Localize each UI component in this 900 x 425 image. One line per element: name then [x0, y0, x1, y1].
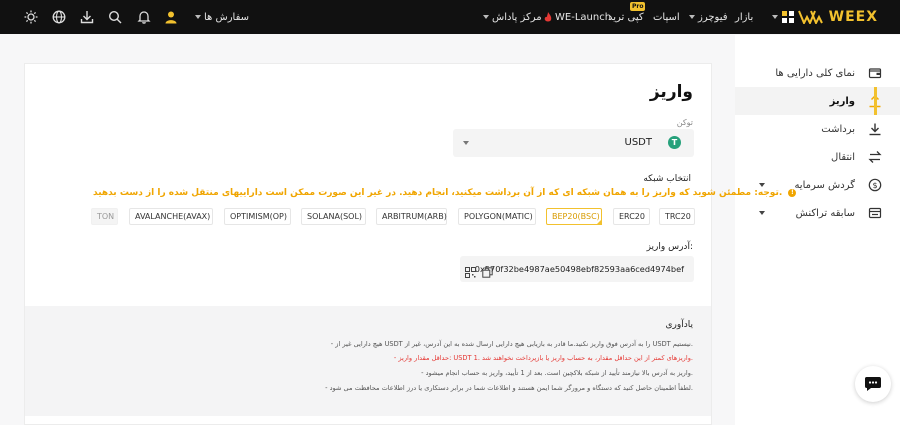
- pro-badge: Pro: [630, 2, 646, 11]
- nav-copy-trade-label: کپی ترید: [608, 11, 644, 23]
- orders-menu[interactable]: سفارش ها: [192, 0, 249, 34]
- nav-market[interactable]: بازار: [735, 0, 753, 34]
- network-chip-optimism[interactable]: OPTIMISM(OP): [224, 208, 291, 225]
- network-chip-bep20[interactable]: BEP20(BSC): [546, 208, 602, 225]
- network-label: انتخاب شبکه: [643, 174, 691, 184]
- sidebar-item-assets-overview[interactable]: نمای کلی دارایی ها: [735, 59, 900, 87]
- sidebar-item-withdraw[interactable]: برداشت: [735, 115, 900, 143]
- notifications-button[interactable]: [137, 0, 151, 34]
- search-icon: [108, 10, 122, 24]
- active-indicator: [874, 87, 877, 115]
- sidebar-item-label: واریز: [829, 95, 855, 107]
- reminder-title: یادآوری: [665, 320, 694, 330]
- copy-icon[interactable]: [482, 263, 493, 278]
- chevron-down-icon: [772, 15, 778, 19]
- user-button[interactable]: [164, 0, 178, 34]
- withdraw-icon: [868, 122, 882, 136]
- usdt-icon: T: [668, 136, 681, 149]
- chevron-down-icon: [463, 141, 469, 145]
- chat-icon: [865, 377, 881, 391]
- wallet-icon: [868, 66, 882, 80]
- chevron-down-icon: [483, 15, 489, 19]
- qr-code-icon[interactable]: [465, 263, 476, 278]
- content-fade-overlay: [385, 402, 535, 416]
- chevron-down-icon: [759, 211, 765, 215]
- address-label: آدرس واریز:: [646, 242, 693, 252]
- orders-menu-label: سفارش ها: [204, 11, 250, 23]
- nav-we-launch[interactable]: WE-Launch: [544, 0, 611, 34]
- sidebar-item-label: نمای کلی دارایی ها: [775, 67, 855, 79]
- sidebar-item-transfer[interactable]: انتقال: [735, 143, 900, 171]
- token-select-value: USDT: [624, 137, 652, 148]
- history-icon: [868, 206, 882, 220]
- network-chip-erc20[interactable]: ERC20: [613, 208, 650, 225]
- nav-futures-label: فیوچرز: [698, 11, 728, 23]
- theme-toggle[interactable]: [24, 0, 38, 34]
- network-chip-avalanche[interactable]: AVALANCHE(AVAX): [129, 208, 213, 225]
- logo[interactable]: WEEX: [797, 6, 878, 28]
- sun-icon: [24, 10, 38, 24]
- chevron-down-icon: [689, 15, 695, 19]
- nav-spot-label: اسپات: [653, 11, 680, 23]
- page-title: واریز: [649, 82, 693, 102]
- deposit-address-box: 0x570f32be4987ae50498ebf82593aa6ced4974b…: [460, 256, 694, 282]
- logo-text: WEEX: [828, 9, 878, 25]
- network-chip-arbitrum[interactable]: ARBITRUM(ARB): [376, 208, 447, 225]
- globe-icon: [52, 10, 66, 24]
- deposit-panel: واریز توکن USDT T انتخاب شبکه توجه: مطمئ…: [24, 63, 797, 425]
- grid-menu[interactable]: [769, 0, 795, 34]
- reminder-line: - واریز به آدرس بالا نیازمند تأیید از شب…: [421, 369, 693, 377]
- transfer-icon: [868, 150, 882, 164]
- chevron-down-icon: [195, 15, 201, 19]
- download-icon: [80, 10, 94, 24]
- svg-text:$: $: [872, 181, 877, 190]
- dollar-circle-icon: $: [868, 178, 882, 192]
- network-warning: توجه: مطمئن شوید که واریز را به همان شبک…: [93, 188, 797, 198]
- reminder-line-min-deposit: - حداقل مقدار واریز: USDT 1. واریزهای کم…: [393, 354, 693, 362]
- network-chip-trc20[interactable]: TRC20: [659, 208, 695, 225]
- user-icon: [164, 10, 178, 24]
- reminder-line: - هیچ دارایی غیر از USDT را به آدرس فوق …: [330, 340, 693, 348]
- network-chip-polygon[interactable]: POLYGON(MATIC): [458, 208, 536, 225]
- reminder-line: - لطفاً اطمینان حاصل کنید که دستگاه و مر…: [325, 384, 693, 392]
- nav-rewards[interactable]: مرکز پاداش: [480, 0, 542, 34]
- network-chip-solana[interactable]: SOLANA(SOL): [301, 208, 366, 225]
- warning-icon: !: [788, 188, 797, 197]
- nav-rewards-label: مرکز پاداش: [492, 11, 542, 23]
- sidebar-item-label: سابقه تراکنش: [795, 207, 855, 219]
- bell-icon: [137, 10, 151, 24]
- deposit-address: 0x570f32be4987ae50498ebf82593aa6ced4974b…: [474, 264, 684, 274]
- support-chat-button[interactable]: [855, 366, 891, 402]
- nav-market-label: بازار: [735, 11, 754, 23]
- search-button[interactable]: [108, 0, 122, 34]
- token-select[interactable]: USDT T: [453, 129, 694, 157]
- sidebar-item-label: گردش سرمایه: [794, 179, 855, 191]
- weex-logo-icon: [797, 10, 823, 24]
- flame-icon: [544, 12, 552, 22]
- sidebar-item-label: برداشت: [821, 123, 855, 135]
- grid-icon: [781, 10, 795, 24]
- network-chip-ton: TON: [91, 208, 118, 225]
- reminder-box: یادآوری - هیچ دارایی غیر از USDT را به آ…: [25, 306, 711, 416]
- download-button[interactable]: [80, 0, 94, 34]
- nav-futures[interactable]: فیوچرز: [686, 0, 728, 34]
- nav-we-launch-label: WE-Launch: [555, 11, 612, 23]
- language-button[interactable]: [52, 0, 66, 34]
- chevron-down-icon: [759, 183, 765, 187]
- nav-spot[interactable]: اسپات: [653, 0, 680, 34]
- sidebar-item-deposit[interactable]: واریز: [735, 87, 900, 115]
- sidebar-item-label: انتقال: [831, 151, 855, 163]
- top-navbar: WEEX بازار فیوچرز اسپات کپی ترید Pro WE-…: [0, 0, 900, 34]
- token-label: توکن: [676, 118, 693, 127]
- warning-text: توجه: مطمئن شوید که واریز را به همان شبک…: [93, 188, 783, 198]
- sidebar-item-transaction-history[interactable]: سابقه تراکنش: [735, 199, 900, 227]
